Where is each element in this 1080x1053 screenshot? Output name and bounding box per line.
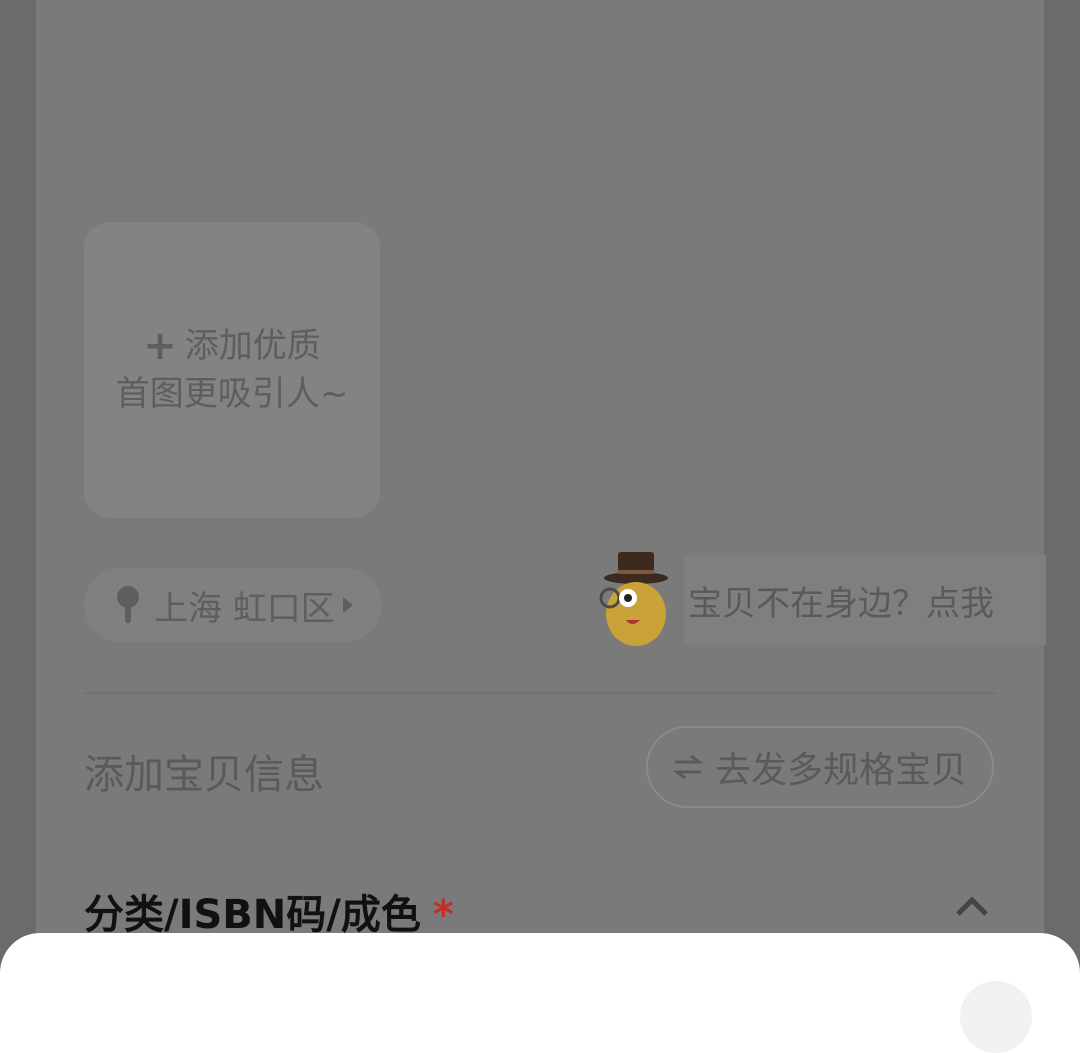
add-photo-hint: 首图更吸引人~ <box>115 374 349 414</box>
mascot-icon <box>599 552 668 646</box>
add-main-photo-button[interactable]: + 添加优质 首图更吸引人~ <box>84 222 380 518</box>
bottom-sheet <box>0 933 1080 1053</box>
required-marker: * <box>432 892 454 938</box>
location-label: 上海 虹口区 <box>154 588 335 629</box>
multi-spec-label: 去发多规格宝贝 <box>714 749 967 790</box>
location-selector[interactable]: 上海 虹口区 <box>84 568 382 642</box>
multi-spec-button[interactable]: 去发多规格宝贝 <box>646 726 994 808</box>
chevron-up-icon[interactable] <box>954 894 990 918</box>
divider <box>84 692 996 694</box>
section-title: 添加宝贝信息 <box>84 752 324 798</box>
location-pin-icon <box>117 586 139 623</box>
swap-icon <box>672 754 703 780</box>
add-photo-label: 添加优质 <box>184 326 321 366</box>
item-not-nearby-helper[interactable]: 宝贝不在身边？点我 <box>596 550 1046 650</box>
item-not-nearby-label: 宝贝不在身边？点我 <box>684 555 1046 645</box>
category-field-label[interactable]: 分类/ISBN码/成色 * <box>84 882 454 940</box>
plus-icon: + <box>143 323 177 369</box>
sheet-close-button[interactable] <box>960 981 1032 1053</box>
caret-right-icon <box>342 597 353 613</box>
